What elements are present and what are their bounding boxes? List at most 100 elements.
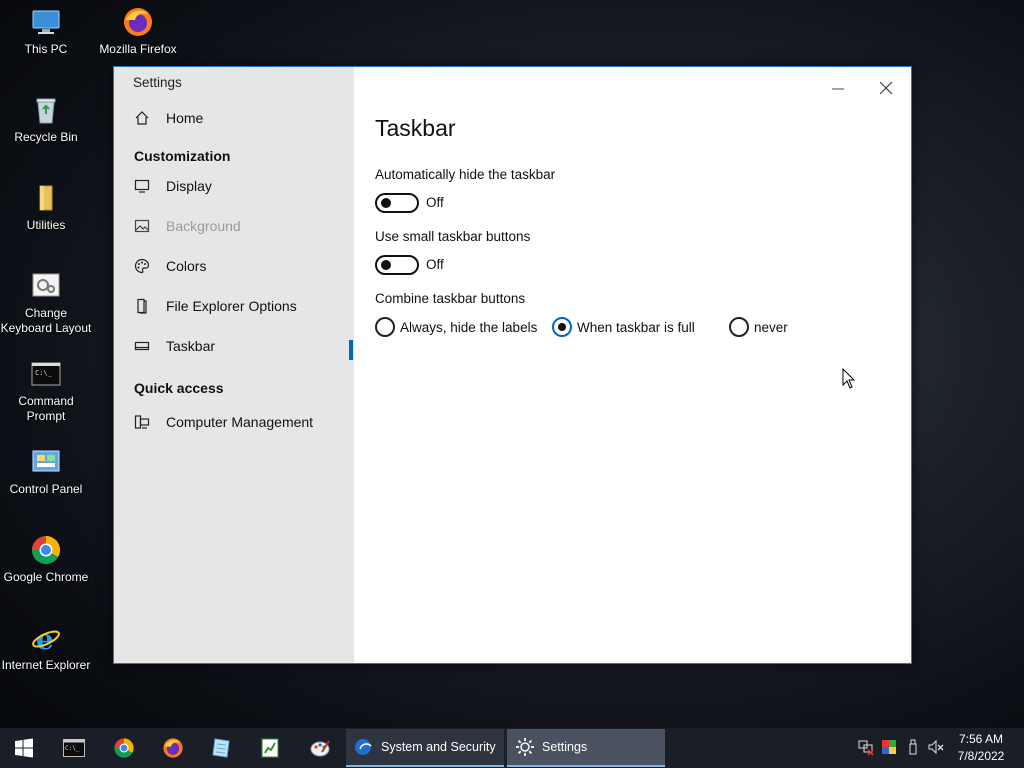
palette-icon <box>134 258 150 274</box>
desktop-icon-label: Internet Explorer <box>1 658 91 672</box>
taskbar-clock[interactable]: 7:56 AM 7/8/2022 <box>948 731 1014 765</box>
sidebar-item-file-explorer-options[interactable]: File Explorer Options <box>114 289 354 323</box>
desktop-icon-label: Command Prompt <box>18 394 74 423</box>
combine-buttons-label: Combine taskbar buttons <box>375 291 526 306</box>
clock-date: 7/8/2022 <box>957 749 1005 763</box>
toggle-knob <box>381 198 391 208</box>
monitor-icon <box>134 178 150 194</box>
desktop-icon-google-chrome[interactable]: Google Chrome <box>0 534 92 585</box>
taskbar-pin-firefox[interactable] <box>149 728 197 768</box>
combine-option-when-full[interactable]: When taskbar is full <box>552 317 695 337</box>
settings-content: Taskbar Automatically hide the taskbar O… <box>354 67 911 663</box>
internet-explorer-icon: e <box>30 622 62 656</box>
taskbar-window-system-and-security[interactable]: System and Security <box>346 729 504 767</box>
notepad-icon <box>212 738 230 758</box>
clock-time: 7:56 AM <box>958 732 1004 746</box>
radio-circle <box>375 317 395 337</box>
network-icon[interactable] <box>857 738 875 756</box>
radio-label: When taskbar is full <box>577 319 695 335</box>
svg-text:C:\_: C:\_ <box>35 369 53 377</box>
taskbar-icon <box>134 338 150 354</box>
auto-hide-label: Automatically hide the taskbar <box>375 167 556 182</box>
desktop-icon-label: Google Chrome <box>3 570 89 584</box>
close-button[interactable] <box>864 73 908 103</box>
desktop-icon-label: This PC <box>24 42 68 56</box>
keyboard-settings-icon <box>30 270 62 302</box>
system-security-icon <box>354 737 374 757</box>
small-buttons-label: Use small taskbar buttons <box>375 229 531 244</box>
settings-sidebar: Settings Home Customization Display Back… <box>114 67 354 663</box>
combine-option-never[interactable]: never <box>729 317 788 337</box>
window-title: Settings <box>133 75 182 90</box>
desktop-icon-internet-explorer[interactable]: e Internet Explorer <box>0 622 92 673</box>
sidebar-item-label: Computer Management <box>166 414 314 430</box>
firefox-icon <box>122 6 154 38</box>
radio-label: Always, hide the labels <box>400 319 538 335</box>
sidebar-section-customization: Customization <box>134 148 231 164</box>
desktop-icon-label: Control Panel <box>9 482 83 496</box>
desktop-icon-this-pc[interactable]: This PC <box>0 6 92 57</box>
start-button[interactable] <box>0 728 48 768</box>
sidebar-item-display[interactable]: Display <box>114 169 354 203</box>
radio-label: never <box>754 319 788 335</box>
taskbar-window-settings[interactable]: Settings <box>507 729 665 767</box>
settings-window: Settings Home Customization Display Back… <box>113 66 912 664</box>
auto-hide-toggle[interactable] <box>375 193 419 213</box>
desktop-icon-control-panel[interactable]: Control Panel <box>0 446 92 497</box>
volume-muted-icon[interactable] <box>927 738 945 756</box>
recycle-bin-icon <box>30 94 62 126</box>
svg-text:C:\_: C:\_ <box>65 745 80 752</box>
chrome-icon <box>30 534 62 566</box>
toggle-knob <box>381 260 391 270</box>
sidebar-item-label: File Explorer Options <box>166 298 297 314</box>
picture-icon <box>134 218 150 234</box>
sidebar-item-background[interactable]: Background <box>114 209 354 243</box>
sidebar-section-quick-access: Quick access <box>134 380 224 396</box>
desktop-icon-change-keyboard-layout[interactable]: Change Keyboard Layout <box>0 270 92 336</box>
start-icon <box>15 738 33 758</box>
sidebar-item-label: Colors <box>166 258 207 274</box>
taskbar-window-label: System and Security <box>381 740 496 754</box>
usb-icon[interactable] <box>904 738 922 756</box>
taskbar-pin-notepad[interactable] <box>198 728 246 768</box>
control-panel-icon <box>30 446 62 478</box>
taskbar-pin-paint[interactable] <box>296 728 344 768</box>
chrome-icon <box>114 738 134 758</box>
gear-icon <box>515 737 535 757</box>
command-prompt-icon: C:\_ <box>30 358 62 390</box>
sidebar-item-label: Home <box>166 110 204 126</box>
spreadsheet-icon <box>261 738 279 758</box>
taskbar-pin-chrome[interactable] <box>100 728 148 768</box>
sidebar-item-colors[interactable]: Colors <box>114 249 354 283</box>
selected-indicator <box>349 340 353 360</box>
home-icon <box>134 110 150 126</box>
radio-circle <box>729 317 749 337</box>
minimize-icon <box>832 88 844 90</box>
sidebar-item-taskbar[interactable]: Taskbar <box>114 329 354 363</box>
desktop-icon-recycle-bin[interactable]: Recycle Bin <box>0 94 92 145</box>
paint-icon <box>310 740 330 757</box>
color-icon[interactable] <box>880 738 898 756</box>
file-explorer-icon <box>134 298 150 314</box>
combine-option-always[interactable]: Always, hide the labels <box>375 317 537 337</box>
firefox-icon <box>163 738 183 758</box>
radio-circle-checked <box>552 317 572 337</box>
sidebar-item-home[interactable]: Home <box>114 101 354 135</box>
folder-icon <box>30 182 62 214</box>
taskbar-pin-spreadsheet[interactable] <box>246 728 294 768</box>
minimize-button[interactable] <box>816 73 860 103</box>
this-pc-icon <box>30 6 62 38</box>
close-icon <box>879 81 893 95</box>
small-buttons-toggle[interactable] <box>375 255 419 275</box>
mouse-cursor-icon <box>842 368 856 389</box>
sidebar-item-computer-management[interactable]: Computer Management <box>114 405 354 439</box>
desktop-icon-label: Recycle Bin <box>14 130 78 144</box>
desktop-icon-label: Utilities <box>26 218 66 232</box>
desktop-icon-command-prompt[interactable]: C:\_ Command Prompt <box>0 358 92 424</box>
desktop-icon-firefox[interactable]: Mozilla Firefox <box>92 6 184 57</box>
desktop-icon-utilities[interactable]: Utilities <box>0 182 92 233</box>
sidebar-item-label: Taskbar <box>166 338 216 354</box>
taskbar-window-label: Settings <box>542 740 588 754</box>
small-buttons-state: Off <box>426 257 444 272</box>
taskbar-pin-command-prompt[interactable]: C:\_ <box>50 728 98 768</box>
